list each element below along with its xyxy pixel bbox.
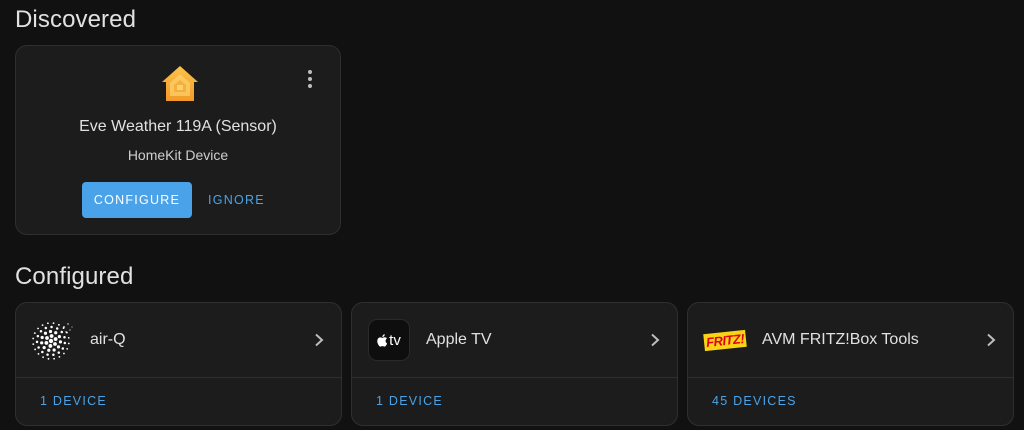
integration-header-fritzbox[interactable]: FRITZ! AVM FRITZ!Box Tools [688,303,1013,378]
airq-logo-dot [67,342,70,345]
airq-logo-dot [44,341,49,345]
airq-logo-dot [52,322,55,325]
airq-logo-dot [40,335,44,340]
airq-logo-dot [53,337,58,341]
integration-header-apple-tv[interactable]: tv Apple TV [352,303,677,378]
airq-logo-dot [55,327,59,330]
integrations-page: Discovered Eve Weather 119A (Sensor) Hom… [0,0,1024,430]
discovered-card: Eve Weather 119A (Sensor) HomeKit Device… [15,45,341,235]
airq-logo-dot [48,329,53,334]
airq-logo-dot [48,338,54,344]
chevron-right-icon [315,333,324,347]
airq-logo-dot [45,336,49,340]
airq-logo-dot [37,346,40,349]
discovered-section-title: Discovered [15,6,137,33]
airq-logo-dot [33,332,36,334]
airq-logo-dot [36,334,40,338]
integration-card-apple-tv: tv Apple TV 1 DEVICE [351,302,678,426]
airq-logo-dot [32,337,35,340]
integration-card-airq: air-Q 1 DEVICE [15,302,342,426]
airq-logo-dot [52,348,56,352]
airq-logo-dot [44,326,48,330]
airq-logo-dot [32,343,35,345]
airq-logo-dot [50,325,53,329]
apple-tv-logo: tv [368,319,410,361]
configure-button[interactable]: CONFIGURE [82,182,192,218]
airq-logo-dot [61,347,65,350]
integration-title: air-Q [90,331,126,348]
airq-logo-dot [63,326,65,328]
devices-link[interactable]: 45 DEVICES [712,394,797,408]
airq-logo-dot [34,348,36,351]
device-type: HomeKit Device [127,147,229,163]
airq-logo-dot [42,345,46,350]
airq-logo-dot [42,356,44,359]
airq-logo-dot [47,357,50,360]
ignore-button[interactable]: IGNORE [202,182,268,218]
integration-title: Apple TV [426,331,492,348]
chevron-right-icon [987,333,996,347]
devices-link[interactable]: 1 DEVICE [40,394,107,408]
integration-card-fritzbox: FRITZ! AVM FRITZ!Box Tools 45 DEVICES [687,302,1014,426]
overflow-menu-icon[interactable] [306,70,314,90]
airq-logo-dot [58,323,60,326]
airq-logo-dot [41,350,44,354]
airq-logo-dot [41,324,44,326]
airq-logo-dot [63,335,66,339]
airq-logo-dot [43,331,48,335]
airq-logo-dot [47,348,51,352]
airq-logo-dot [47,322,49,325]
airq-logo-dot [71,326,73,328]
apple-icon [377,333,388,347]
airq-logo-dot [53,342,57,346]
fritz-logo-text: FRITZ! [703,329,747,351]
airq-logo-dot [40,341,44,345]
apple-tv-logo-text: tv [389,331,401,349]
integration-header-airq[interactable]: air-Q [16,303,341,378]
airq-logo-dot [69,329,71,331]
airq-logo-dot [60,330,64,334]
airq-logo-dot [54,331,58,335]
airq-logo-dot [56,345,61,349]
airq-logo-dot [67,323,69,325]
airq-dots-logo [32,322,73,360]
airq-logo-dot [37,353,40,355]
chevron-right-icon [651,333,660,347]
airq-logo-dot [48,344,53,348]
homekit-house-icon [162,66,198,101]
airq-logo-dot [49,334,54,338]
airq-logo-dot [52,353,55,357]
fritz-logo: FRITZ! [703,319,747,361]
airq-logo-dot [58,356,61,358]
device-name: Eve Weather 119A (Sensor) [79,118,277,135]
airq-logo-dot [65,331,67,333]
airq-logo-dot [53,357,55,360]
airq-logo-dot [46,353,49,356]
airq-logo-dot [39,329,43,333]
airq-logo-dot [37,327,39,330]
airq-logo-dot [58,340,63,344]
configured-section-title: Configured [15,263,134,290]
airq-logo-dot [57,351,61,354]
devices-link[interactable]: 1 DEVICE [376,394,443,408]
integration-title: AVM FRITZ!Box Tools [762,331,919,348]
airq-logo-dot [67,337,70,339]
airq-logo-dot [63,352,65,355]
airq-logo-dot [63,341,67,345]
airq-logo-dot [57,335,62,339]
airq-logo-dot [66,348,69,350]
airq-logo-dot [35,340,39,344]
